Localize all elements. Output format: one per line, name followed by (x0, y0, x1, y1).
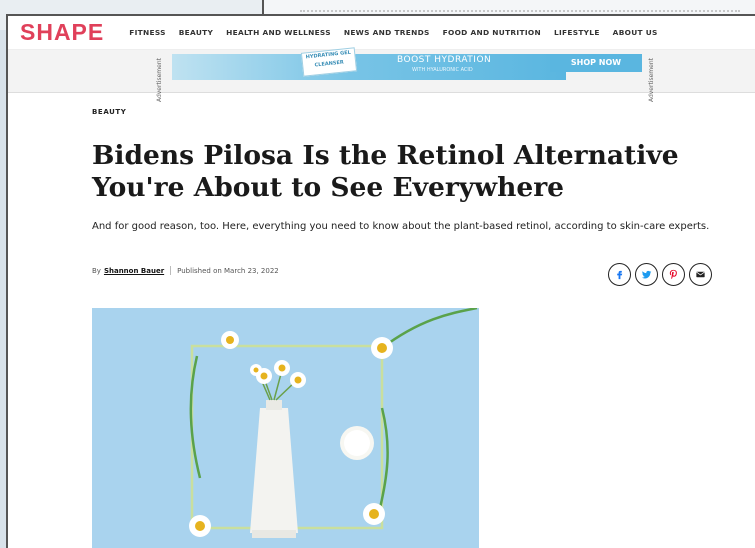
facebook-share-button[interactable] (608, 263, 631, 286)
twitter-icon (641, 270, 652, 279)
byline-divider (170, 266, 172, 275)
nav-item-fitness[interactable]: FITNESS (129, 28, 166, 37)
nav-item-news-and-trends[interactable]: NEWS AND TRENDS (344, 28, 430, 37)
ad-banner[interactable]: HYDRATING GEL CLEANSER BOOST HYDRATION W… (172, 47, 566, 80)
ad-product-image: HYDRATING GEL CLEANSER (300, 47, 358, 77)
pinterest-icon (669, 269, 677, 280)
nav-item-about-us[interactable]: ABOUT US (613, 28, 658, 37)
nav-item-lifestyle[interactable]: LIFESTYLE (554, 28, 600, 37)
email-icon (696, 271, 705, 278)
browser-frame: SHAPE FITNESS BEAUTY HEALTH AND WELLNESS… (6, 14, 755, 548)
hero-illustration (92, 308, 479, 548)
background-text (300, 2, 740, 12)
ad-headline: BOOST HYDRATION (397, 55, 492, 65)
hero-image (92, 308, 479, 548)
article-category[interactable]: BEAUTY (92, 108, 126, 116)
author-link[interactable]: Shannon Bauer (104, 267, 164, 275)
facebook-icon (617, 270, 623, 280)
twitter-share-button[interactable] (635, 263, 658, 286)
byline-prefix: By (92, 266, 101, 275)
share-bar (608, 263, 716, 286)
ad-cta-button[interactable]: SHOP NOW (550, 54, 642, 72)
nav-item-beauty[interactable]: BEAUTY (179, 28, 213, 37)
published-date: Published on March 23, 2022 (177, 266, 279, 275)
ad-label-left: Advertisement (156, 58, 163, 103)
ad-subheadline: WITH HYALURONIC ACID (412, 67, 473, 73)
pinterest-share-button[interactable] (662, 263, 685, 286)
article-dek: And for good reason, too. Here, everythi… (92, 221, 710, 232)
top-navigation: SHAPE FITNESS BEAUTY HEALTH AND WELLNESS… (8, 16, 755, 50)
nav-item-health-and-wellness[interactable]: HEALTH AND WELLNESS (226, 28, 331, 37)
advertisement-bar: Advertisement HYDRATING GEL CLEANSER BOO… (8, 47, 755, 102)
byline: By Shannon Bauer Published on March 23, … (92, 266, 279, 275)
ad-label-right: Advertisement (648, 58, 655, 103)
article-title: Bidens Pilosa Is the Retinol Alternative… (92, 140, 679, 203)
email-share-button[interactable] (689, 263, 712, 286)
nav-item-food-and-nutrition[interactable]: FOOD AND NUTRITION (443, 28, 541, 37)
site-logo[interactable]: SHAPE (20, 19, 104, 46)
